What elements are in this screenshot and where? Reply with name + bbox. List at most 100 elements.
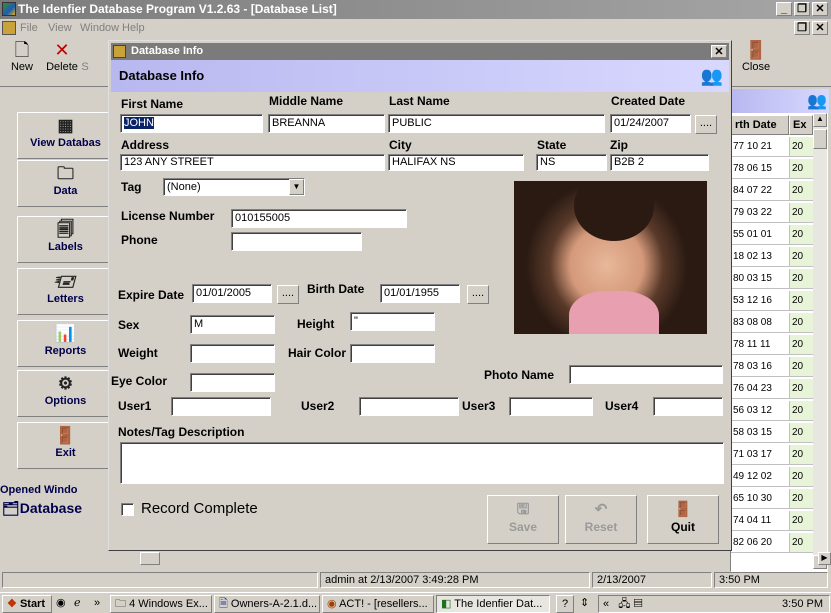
grid-header-band: 👥	[731, 89, 829, 113]
created-date-picker-button[interactable]: ....	[695, 115, 717, 134]
expire-cell: 20	[789, 379, 813, 398]
last-name-field[interactable]: PUBLIC	[388, 114, 605, 133]
license-number-field[interactable]: 010155005	[231, 209, 407, 228]
sex-field[interactable]: M	[190, 315, 275, 334]
taskbar-item-act[interactable]: ◉ ACT! - [resellers...	[322, 595, 434, 613]
minimize-icon[interactable]: _	[776, 2, 792, 16]
sidebar-item-view-database[interactable]: ▦ View Databas	[17, 112, 114, 159]
city-field[interactable]: HALIFAX NS	[388, 154, 524, 171]
tray-pin-icon[interactable]: ⇕	[580, 595, 594, 613]
taskbar-item-windows-explorer[interactable]: 🗀 4 Windows Ex...	[110, 595, 212, 613]
taskbar-item-idenfier[interactable]: ◧ The Idenfier Dat...	[436, 595, 550, 613]
quicklaunch-chevron-icon[interactable]: »	[94, 595, 108, 613]
quicklaunch-act-icon[interactable]: ◉	[56, 595, 70, 613]
dialog-close-icon[interactable]: ✕	[711, 45, 727, 58]
scroll-right-icon[interactable]: ▶	[818, 552, 831, 565]
opened-item-database[interactable]: 🗂Database	[2, 500, 82, 517]
table-row[interactable]: 65 10 30 20	[731, 489, 813, 509]
table-row[interactable]: 79 03 22 20	[731, 203, 813, 223]
table-row[interactable]: 76 04 23 20	[731, 379, 813, 399]
table-row[interactable]: 53 12 16 20	[731, 291, 813, 311]
save-button[interactable]: 🖫 Save	[487, 495, 559, 544]
table-row[interactable]: 82 06 20 20	[731, 533, 813, 553]
quicklaunch-ie-icon[interactable]: ℯ	[74, 595, 88, 613]
table-row[interactable]: 55 01 01 20	[731, 225, 813, 245]
height-label: Height	[297, 317, 335, 331]
table-row[interactable]: 74 04 11 20	[731, 511, 813, 531]
close-button[interactable]: 🚪 Close	[734, 39, 778, 83]
state-field[interactable]: NS	[536, 154, 607, 171]
created-date-label: Created Date	[611, 94, 686, 108]
chevron-down-icon[interactable]: ▼	[289, 179, 304, 195]
col-header-expire[interactable]: Ex	[789, 115, 813, 135]
col-header-birth-date[interactable]: rth Date	[731, 115, 789, 135]
user1-field[interactable]	[171, 397, 271, 416]
menu-file[interactable]: File	[20, 19, 38, 37]
mdi-close-icon[interactable]: ✕	[812, 21, 828, 35]
menu-help[interactable]: Help	[122, 19, 145, 37]
table-row[interactable]: 83 08 08 20	[731, 313, 813, 333]
table-row[interactable]: 80 03 15 20	[731, 269, 813, 289]
table-row[interactable]: 84 07 22 20	[731, 181, 813, 201]
table-row[interactable]: 49 12 02 20	[731, 467, 813, 487]
close-icon[interactable]: ✕	[812, 2, 828, 16]
record-complete-checkbox[interactable]	[121, 503, 134, 516]
sidebar-label: View Databas	[30, 137, 101, 149]
grid-vertical-scrollbar[interactable]: ▲ ▼	[813, 113, 827, 569]
hair-color-field[interactable]	[350, 344, 435, 363]
middle-name-field[interactable]: BREANNA	[268, 114, 385, 133]
tray-app-icon[interactable]: ▤	[634, 598, 643, 610]
address-field[interactable]: 123 ANY STREET	[120, 154, 385, 171]
notes-textarea[interactable]	[120, 442, 724, 484]
table-row[interactable]: 58 03 15 20	[731, 423, 813, 443]
scroll-thumb[interactable]	[813, 129, 827, 149]
menu-view[interactable]: View	[48, 19, 72, 37]
reset-button[interactable]: ↶ Reset	[565, 495, 637, 544]
taskbar-item-word-doc[interactable]: 🗎 Owners-A-2.1.d...	[214, 595, 320, 613]
start-button[interactable]: ❖ Start	[2, 595, 52, 613]
table-row[interactable]: 56 03 12 20	[731, 401, 813, 421]
created-date-field[interactable]: 01/24/2007	[610, 114, 691, 133]
photo-name-field[interactable]	[569, 365, 723, 384]
help-icon[interactable]: ?	[556, 595, 574, 613]
sidebar-item-reports[interactable]: 📊 Reports	[17, 320, 114, 367]
expire-date-field[interactable]: 01/01/2005	[192, 284, 272, 303]
quit-button[interactable]: 🚪 Quit	[647, 495, 719, 544]
table-row[interactable]: 71 03 17 20	[731, 445, 813, 465]
folder-icon: 🗀	[115, 598, 126, 610]
birth-date-field[interactable]: 01/01/1955	[380, 284, 460, 303]
user4-field[interactable]	[653, 397, 723, 416]
sidebar-item-letters[interactable]: 🖅 Letters	[17, 268, 114, 315]
sidebar-item-options[interactable]: ⚙ Options	[17, 370, 114, 417]
weight-field[interactable]	[190, 344, 275, 363]
table-row[interactable]: 77 10 21 20	[731, 137, 813, 157]
phone-field[interactable]	[231, 232, 362, 251]
user2-field[interactable]	[359, 397, 459, 416]
toolbar-partial-button[interactable]: S	[78, 39, 92, 83]
height-field[interactable]: "	[350, 312, 435, 331]
tray-network-icon[interactable]: 🖧	[618, 598, 630, 610]
menu-window[interactable]: Window	[80, 19, 119, 37]
restore-icon[interactable]: ❐	[794, 2, 810, 16]
mdi-restore-icon[interactable]: ❐	[794, 21, 810, 35]
sidebar-item-data[interactable]: 🗀 Data	[17, 160, 114, 207]
tray-chevron-icon[interactable]: «	[603, 598, 609, 610]
app-icon	[2, 2, 16, 16]
tag-select[interactable]: (None) ▼	[163, 178, 305, 196]
first-name-field[interactable]: JOHN	[120, 114, 263, 133]
table-row[interactable]: 78 11 11 20	[731, 335, 813, 355]
scroll-up-icon[interactable]: ▲	[813, 113, 827, 127]
table-row[interactable]: 78 06 15 20	[731, 159, 813, 179]
table-row[interactable]: 78 03 16 20	[731, 357, 813, 377]
table-row[interactable]: 18 02 13 20	[731, 247, 813, 267]
user3-field[interactable]	[509, 397, 593, 416]
birth-date-cell: 78 11 11	[731, 335, 788, 354]
sidebar-item-labels[interactable]: 🗐 Labels	[17, 216, 114, 263]
new-button[interactable]: 🗋 New	[0, 39, 44, 83]
sidebar-item-exit[interactable]: 🚪 Exit	[17, 422, 114, 469]
horizontal-scroll-thumb[interactable]	[140, 552, 160, 565]
eye-color-field[interactable]	[190, 373, 275, 392]
zip-field[interactable]: B2B 2	[610, 154, 709, 171]
expire-date-picker-button[interactable]: ....	[277, 285, 299, 304]
birth-date-picker-button[interactable]: ....	[467, 285, 489, 304]
